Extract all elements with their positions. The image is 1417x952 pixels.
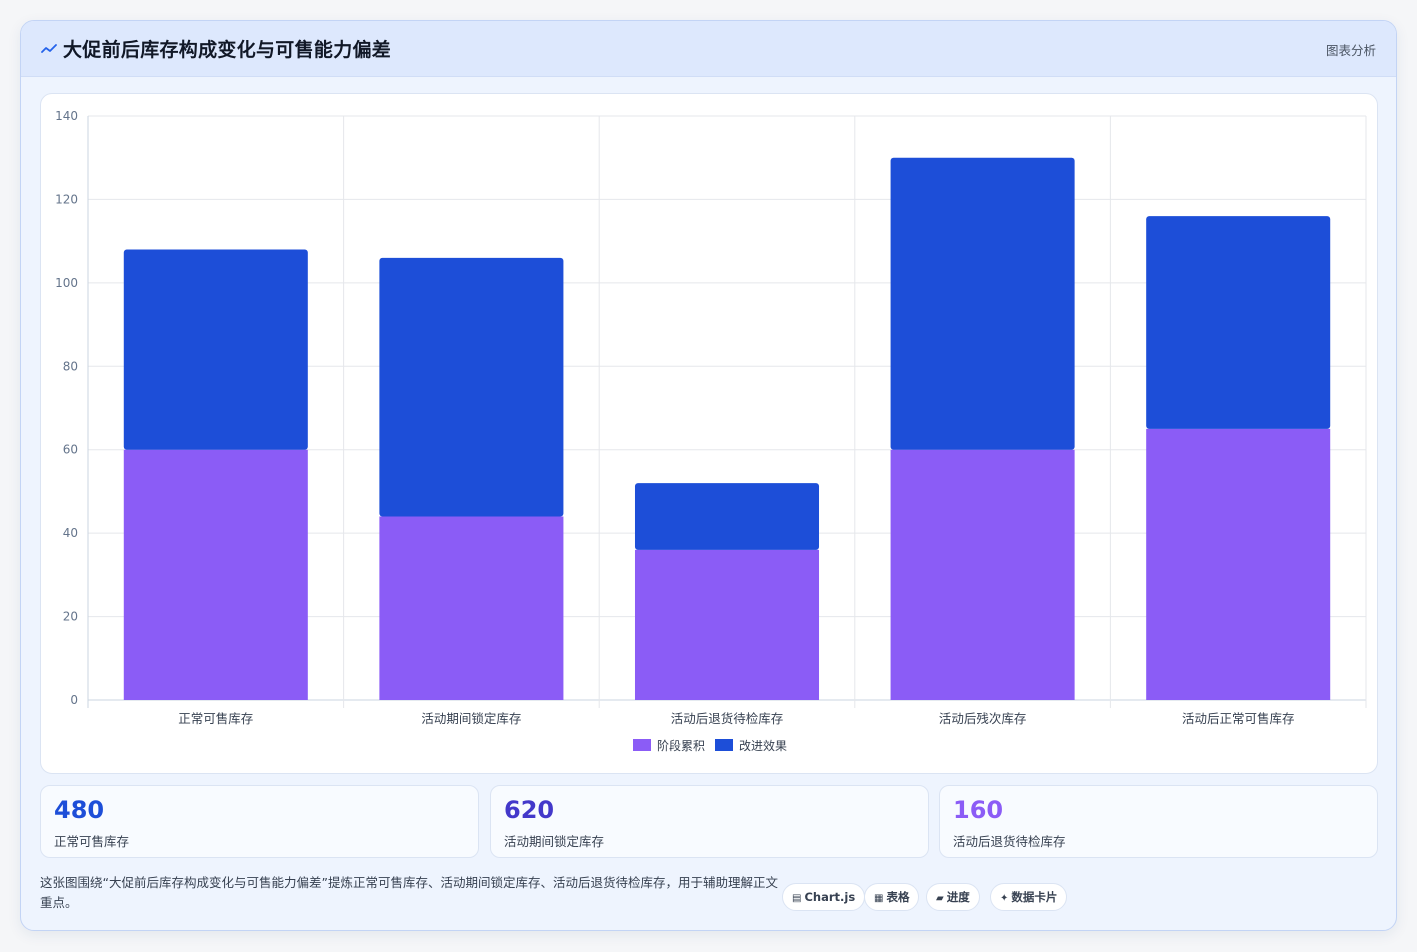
chip-chartjs[interactable]: ▤ Chart.js	[782, 883, 866, 911]
chart-description: 这张图围绕“大促前后库存构成变化与可售能力偏差”提炼正常可售库存、活动期间锁定库…	[40, 875, 778, 910]
legend-label: 改进效果	[739, 738, 787, 753]
chip-data-card[interactable]: ✦ 数据卡片	[990, 883, 1068, 911]
stat-cards: 480 正常可售库存 620 活动期间锁定库存 160 活动后退货待检库存	[40, 785, 1378, 858]
x-tick-label: 活动后正常可售库存	[1182, 711, 1295, 726]
chip-progress[interactable]: ▰ 进度	[926, 883, 980, 911]
sparkle-icon: ✦	[1000, 893, 1009, 904]
bar-stage-cumulative	[1146, 428, 1331, 700]
card-header: 大促前后库存构成变化与可售能力偏差 图表分析	[21, 21, 1396, 77]
stat-card-normal-sellable: 480 正常可售库存	[40, 785, 479, 858]
bar-stage-cumulative	[379, 516, 564, 700]
chip-table[interactable]: ▦ 表格	[864, 883, 920, 911]
stat-card-locked: 620 活动期间锁定库存	[490, 785, 929, 858]
page-title: 大促前后库存构成变化与可售能力偏差	[63, 39, 392, 61]
bar-stage-cumulative	[890, 449, 1075, 700]
chart-card: 大促前后库存构成变化与可售能力偏差 图表分析 0 20 40 60 80 100 120 14…	[20, 20, 1397, 931]
chart-icon: ▤	[792, 893, 802, 904]
bar-improvement	[379, 257, 564, 517]
x-tick-label: 活动后退货待检库存	[671, 711, 784, 726]
legend-swatch	[715, 739, 733, 751]
stat-value: 620	[504, 796, 555, 824]
y-tick-label: 60	[63, 443, 78, 457]
bar-improvement	[1146, 216, 1331, 429]
bar-improvement	[123, 249, 308, 450]
x-tick-label: 活动期间锁定库存	[421, 711, 521, 726]
line-chart-icon	[41, 44, 57, 53]
y-tick-label: 100	[55, 276, 78, 290]
chip-label: 数据卡片	[1011, 890, 1058, 904]
table-icon: ▦	[874, 893, 884, 904]
y-tick-label: 40	[63, 526, 78, 540]
stat-card-return-pending: 160 活动后退货待检库存	[939, 785, 1378, 858]
chip-label: 表格	[886, 890, 910, 904]
y-tick-label: 80	[63, 359, 78, 373]
bar-improvement	[634, 483, 820, 550]
chart-panel: 0 20 40 60 80 100 120 140 正常可售库存 活动期间锁定库存 活动后退货待检库…	[40, 93, 1378, 774]
chip-label: Chart.js	[804, 890, 856, 904]
stacked-bar-chart: 0 20 40 60 80 100 120 140 正常可售库存 活动期间锁定库存 活动后退货待检库…	[55, 109, 1367, 753]
x-tick-label: 活动后残次库存	[939, 711, 1027, 726]
stat-label: 正常可售库存	[54, 834, 130, 849]
y-tick-label: 140	[55, 109, 78, 123]
stat-value: 480	[54, 796, 105, 824]
chart-analysis-tag: 图表分析	[1325, 43, 1376, 58]
legend-swatch	[633, 739, 651, 751]
y-tick-label: 20	[63, 610, 78, 624]
stat-label: 活动后退货待检库存	[953, 834, 1066, 849]
y-tick-label: 0	[70, 693, 78, 707]
stat-value: 160	[953, 796, 1004, 824]
chip-label: 进度	[946, 890, 970, 904]
progress-icon: ▰	[936, 893, 944, 904]
x-tick-label: 正常可售库存	[178, 711, 253, 726]
bar-improvement	[890, 157, 1075, 450]
bar-stage-cumulative	[634, 549, 820, 700]
legend-label: 阶段累积	[657, 738, 705, 753]
bar-stage-cumulative	[123, 449, 308, 700]
stat-label: 活动期间锁定库存	[504, 834, 605, 849]
y-tick-label: 120	[55, 192, 78, 206]
